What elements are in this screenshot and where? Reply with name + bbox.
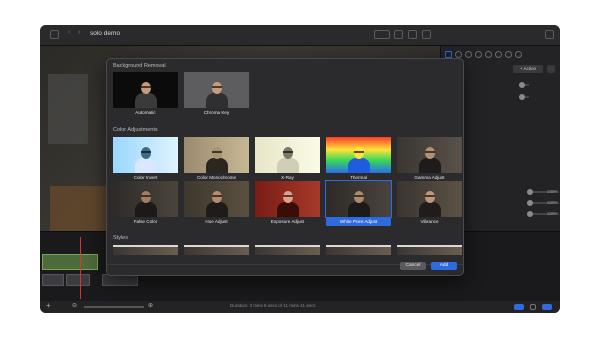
effect-x-ray[interactable]: X-Ray bbox=[255, 137, 320, 183]
forward-icon[interactable]: › bbox=[78, 29, 80, 36]
effect-preview-image bbox=[184, 72, 249, 108]
person-figure bbox=[206, 191, 228, 217]
effect-label: White Point Adjust bbox=[326, 218, 391, 226]
crop-icon[interactable] bbox=[394, 30, 403, 39]
video-icon[interactable] bbox=[445, 51, 452, 58]
effect-white-point-adjust[interactable]: White Point Adjust bbox=[325, 180, 392, 227]
person-figure bbox=[277, 191, 299, 217]
style-preview[interactable] bbox=[184, 245, 249, 255]
effect-thermal[interactable]: Thermal bbox=[326, 137, 391, 183]
inspector-menu-icon[interactable] bbox=[547, 65, 555, 73]
person-figure bbox=[419, 191, 441, 217]
sidebar-toggle-icon[interactable] bbox=[50, 30, 59, 39]
window-title: solo demo bbox=[90, 30, 120, 37]
effects-icon[interactable] bbox=[495, 51, 502, 58]
effect-preview-image bbox=[255, 137, 320, 173]
preview-toggle-icon[interactable] bbox=[542, 304, 552, 310]
effect-color-monochrome[interactable]: Color Monochrome bbox=[184, 137, 249, 183]
effect-label: Exposure Adjust bbox=[270, 219, 305, 224]
person-figure bbox=[135, 147, 157, 173]
zoom-control-icon[interactable] bbox=[374, 30, 390, 39]
effect-preview-image bbox=[397, 181, 462, 217]
playhead[interactable] bbox=[80, 237, 81, 299]
inspector-toggle-icon[interactable] bbox=[545, 30, 554, 39]
person-figure bbox=[348, 147, 370, 173]
style-preview[interactable] bbox=[113, 245, 178, 255]
effect-preview-image bbox=[326, 137, 391, 173]
color-icon[interactable] bbox=[485, 51, 492, 58]
shape-icon[interactable] bbox=[475, 51, 482, 58]
person-figure bbox=[206, 147, 228, 173]
effect-label: Vibrance bbox=[420, 219, 439, 224]
style-preview[interactable] bbox=[326, 245, 391, 255]
zoom-in-icon[interactable]: ⊕ bbox=[148, 302, 153, 309]
person-figure bbox=[135, 82, 157, 108]
slider-2[interactable] bbox=[519, 94, 529, 100]
loop-icon[interactable] bbox=[530, 304, 536, 310]
value-5: 100% bbox=[547, 211, 559, 216]
text-icon[interactable] bbox=[505, 51, 512, 58]
cancel-button[interactable]: Cancel bbox=[400, 262, 426, 270]
person-figure bbox=[277, 147, 299, 173]
duration-label: Duration: 3 mins 8 secs of 11 mins 41 se… bbox=[230, 303, 316, 308]
person-figure bbox=[348, 191, 370, 217]
back-icon[interactable]: ‹ bbox=[68, 29, 70, 36]
effect-exposure-adjust[interactable]: Exposure Adjust bbox=[255, 181, 320, 227]
person-figure bbox=[206, 82, 228, 108]
effect-hue-adjust[interactable]: Hue Adjust bbox=[184, 181, 249, 227]
section-title-color-adjustments: Color Adjustments bbox=[113, 127, 158, 133]
effect-preview-image bbox=[184, 181, 249, 217]
audio-settings-icon[interactable] bbox=[515, 51, 522, 58]
effect-preview-image bbox=[325, 180, 392, 218]
background-window bbox=[48, 74, 88, 144]
effect-preview-image bbox=[397, 137, 462, 173]
camera-clip[interactable] bbox=[66, 274, 90, 286]
effect-label: Hue Adjust bbox=[205, 219, 228, 224]
section-title-styles: Styles bbox=[113, 235, 128, 241]
effect-preview-image bbox=[184, 137, 249, 173]
zoom-out-icon[interactable]: ⊖ bbox=[72, 302, 77, 309]
title-bar: ‹ › solo demo bbox=[40, 25, 560, 46]
effect-color-invert[interactable]: Color Invert bbox=[113, 137, 178, 183]
audio-icon[interactable] bbox=[408, 30, 417, 39]
effect-label: False Color bbox=[133, 219, 158, 224]
rotate-icon[interactable] bbox=[465, 51, 472, 58]
effect-preview-image bbox=[113, 137, 178, 173]
style-preview[interactable] bbox=[397, 245, 462, 255]
add-icon[interactable]: + bbox=[46, 301, 51, 310]
style-preview[interactable] bbox=[255, 245, 320, 255]
slider-1[interactable] bbox=[519, 82, 529, 88]
snap-toggle-icon[interactable] bbox=[514, 304, 524, 310]
value-3: 100% bbox=[547, 189, 559, 194]
effect-preview-image bbox=[113, 181, 178, 217]
section-title-background-removal: Background Removal bbox=[113, 63, 166, 69]
add-action-button[interactable]: + Action bbox=[513, 65, 543, 73]
effect-preview-image bbox=[113, 72, 178, 108]
person-figure bbox=[419, 147, 441, 173]
value-4: 100% bbox=[547, 200, 559, 205]
share-icon[interactable] bbox=[422, 30, 431, 39]
effect-vibrance[interactable]: Vibrance bbox=[397, 181, 462, 227]
camera-clip[interactable] bbox=[42, 274, 64, 286]
layout-icon[interactable] bbox=[455, 51, 462, 58]
add-button[interactable]: Add bbox=[431, 262, 457, 270]
zoom-slider[interactable] bbox=[84, 306, 144, 308]
effects-popup: Background Removal Color Adjustments Sty… bbox=[106, 58, 464, 276]
effect-gamma-adjust[interactable]: Gamma Adjust bbox=[397, 137, 462, 183]
effect-label: Chroma Key bbox=[203, 110, 230, 115]
effect-label: Automatic bbox=[135, 110, 156, 115]
video-clip[interactable] bbox=[42, 254, 98, 270]
effect-false-color[interactable]: False Color bbox=[113, 181, 178, 227]
effect-preview-image bbox=[255, 181, 320, 217]
person-figure bbox=[135, 191, 157, 217]
bottom-bar: + ⊖ ⊕ Duration: 3 mins 8 secs of 11 mins… bbox=[40, 301, 560, 313]
effect-automatic[interactable]: Automatic bbox=[113, 72, 178, 118]
effect-chroma-key[interactable]: Chroma Key bbox=[184, 72, 249, 118]
